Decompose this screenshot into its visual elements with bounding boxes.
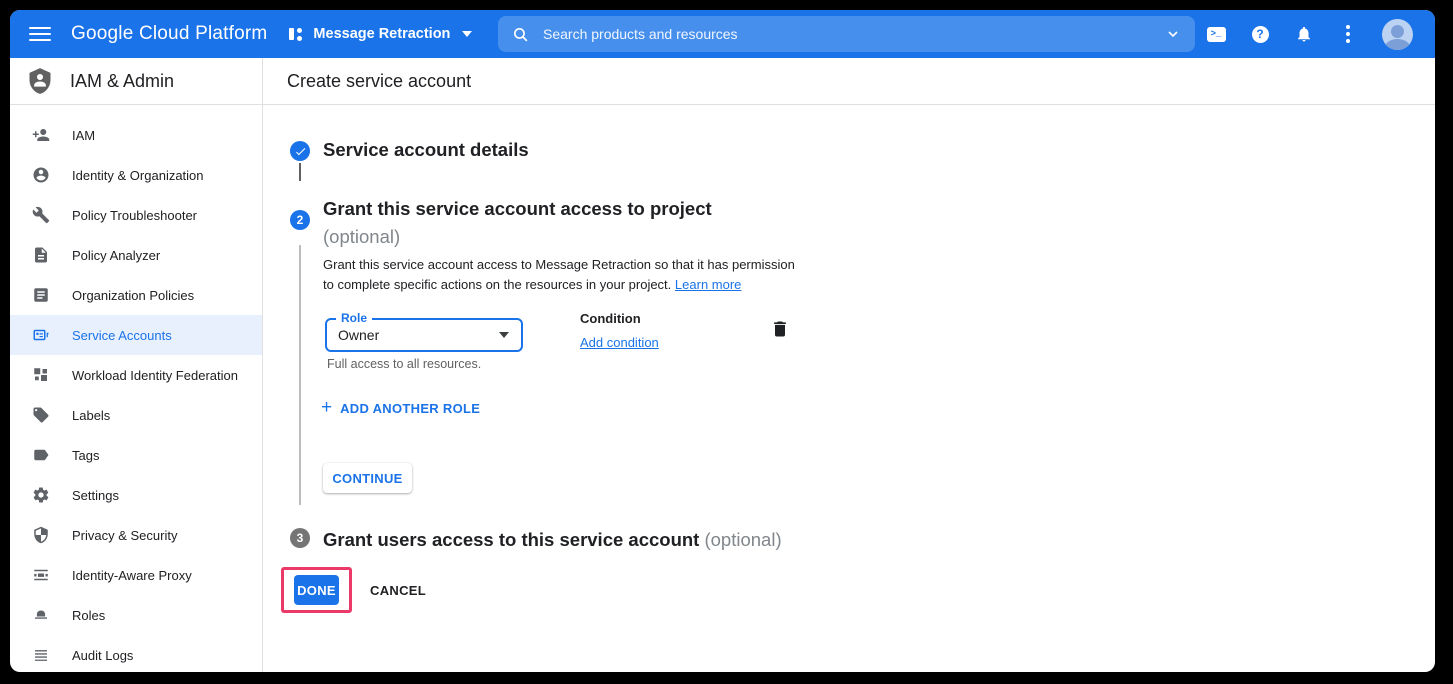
sidebar-item-settings[interactable]: Settings (10, 475, 262, 515)
sidebar-item-audit-logs[interactable]: Audit Logs (10, 635, 262, 672)
step2-connector (299, 245, 301, 505)
step1-complete-indicator (290, 141, 310, 161)
avatar[interactable] (1382, 19, 1413, 50)
sidebar-item-organization-policies[interactable]: Organization Policies (10, 275, 262, 315)
brand-title: Google Cloud Platform (71, 23, 267, 45)
step2-title: Grant this service account access to pro… (323, 198, 712, 220)
iam-admin-shield-icon (26, 67, 54, 95)
shield-icon (32, 526, 50, 544)
sidebar-item-identity-aware-proxy[interactable]: Identity-Aware Proxy (10, 555, 262, 595)
step2-optional-label: (optional) (323, 226, 400, 248)
sidebar-item-policy-troubleshooter[interactable]: Policy Troubleshooter (10, 195, 262, 235)
person-circle-icon (32, 166, 50, 184)
select-caret-icon (499, 332, 509, 338)
sidebar-item-privacy-security[interactable]: Privacy & Security (10, 515, 262, 555)
sidebar-nav: IAM Identity & Organization Policy Troub… (10, 105, 262, 672)
role-select[interactable]: Role Owner (325, 318, 523, 352)
sidebar-item-policy-analyzer[interactable]: Policy Analyzer (10, 235, 262, 275)
sidebar-item-roles[interactable]: Roles (10, 595, 262, 635)
sidebar-title: IAM & Admin (70, 71, 174, 92)
sidebar: IAM & Admin IAM Identity & Organization … (10, 58, 263, 672)
role-select-label: Role (336, 311, 372, 325)
sidebar-item-service-accounts[interactable]: Service Accounts (10, 315, 262, 355)
main-header: Create service account (263, 58, 1435, 105)
squares-mosaic-icon (32, 366, 50, 384)
sidebar-header: IAM & Admin (10, 58, 262, 105)
search-input[interactable]: Search products and resources (498, 16, 1195, 52)
sidebar-item-labels[interactable]: Labels (10, 395, 262, 435)
step2-description: Grant this service account access to Mes… (323, 255, 795, 295)
plus-icon: + (321, 400, 332, 416)
document-lines-icon (32, 246, 50, 264)
notifications-icon[interactable] (1294, 24, 1314, 44)
add-another-role-button[interactable]: + ADD ANOTHER ROLE (321, 400, 480, 416)
sidebar-item-workload-identity-federation[interactable]: Workload Identity Federation (10, 355, 262, 395)
step3-optional-label: (optional) (704, 529, 781, 550)
add-condition-link[interactable]: Add condition (580, 335, 659, 350)
cancel-button[interactable]: CANCEL (370, 574, 426, 606)
cloud-shell-icon[interactable]: >_ (1206, 24, 1226, 44)
list-lines-icon (32, 646, 50, 664)
article-icon (32, 286, 50, 304)
caret-down-icon (462, 31, 472, 37)
browser-viewport: Google Cloud Platform Message Retraction… (10, 10, 1435, 672)
page-title: Create service account (287, 71, 471, 92)
search-icon (512, 26, 529, 43)
project-name: Message Retraction (313, 26, 450, 42)
help-icon[interactable]: ? (1250, 24, 1270, 44)
search-placeholder: Search products and resources (543, 26, 1165, 42)
done-button[interactable]: DONE (294, 575, 339, 605)
proxy-rows-icon (32, 566, 50, 584)
role-select-value: Owner (338, 327, 499, 343)
sidebar-item-identity-organization[interactable]: Identity & Organization (10, 155, 262, 195)
wrench-icon (32, 206, 50, 224)
learn-more-link[interactable]: Learn more (675, 277, 741, 292)
sidebar-item-tags[interactable]: Tags (10, 435, 262, 475)
more-vert-icon[interactable] (1338, 24, 1358, 44)
step3-title: Grant users access to this service accou… (323, 529, 782, 551)
trash-icon[interactable] (770, 319, 790, 339)
project-icon (289, 26, 305, 42)
tag-icon (32, 406, 50, 424)
topbar-actions: >_ ? (1206, 10, 1435, 58)
chevron-down-icon[interactable] (1165, 26, 1181, 42)
top-app-bar: Google Cloud Platform Message Retraction… (10, 10, 1435, 58)
step3-indicator: 3 (290, 528, 310, 548)
project-switcher[interactable]: Message Retraction (289, 26, 472, 42)
continue-button[interactable]: CONTINUE (323, 463, 412, 493)
step-connector (299, 163, 301, 181)
check-icon (294, 145, 307, 158)
service-account-badge-icon (32, 326, 50, 344)
label-arrow-icon (32, 446, 50, 464)
step2-indicator: 2 (290, 210, 310, 230)
person-add-icon (32, 126, 50, 144)
gear-icon (32, 486, 50, 504)
step1-title: Service account details (323, 139, 529, 161)
annotation-highlight-box: DONE (281, 567, 352, 613)
role-helper-text: Full access to all resources. (327, 357, 481, 371)
create-service-account-form: Service account details 2 Grant this ser… (263, 105, 1435, 672)
menu-icon[interactable] (29, 27, 51, 41)
hat-icon (32, 606, 50, 624)
main-pane: Create service account Service account d… (263, 58, 1435, 672)
sidebar-item-iam[interactable]: IAM (10, 115, 262, 155)
condition-label: Condition (580, 311, 641, 326)
